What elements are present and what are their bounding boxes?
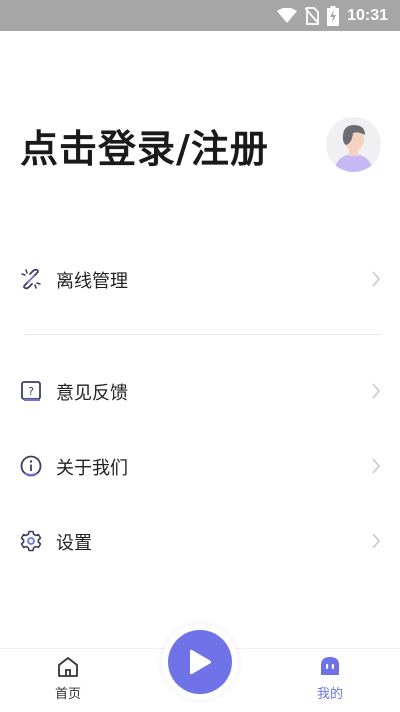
menu-item-offline[interactable]: 离线管理 <box>0 252 400 306</box>
divider <box>25 334 381 335</box>
chevron-right-icon <box>371 383 381 399</box>
tab-home[interactable]: 首页 <box>28 655 108 707</box>
tab-mine[interactable]: 我的 <box>290 655 370 707</box>
chevron-right-icon <box>371 271 381 287</box>
profile-ghost-icon <box>318 655 342 679</box>
home-icon <box>56 655 80 679</box>
battery-charging-icon <box>327 6 340 26</box>
chevron-right-icon <box>371 533 381 549</box>
tab-label: 我的 <box>316 687 343 702</box>
no-sim-icon <box>305 7 320 25</box>
menu-item-label: 关于我们 <box>56 458 128 479</box>
menu-item-label: 设置 <box>56 533 92 554</box>
feedback-icon: ? <box>20 380 42 402</box>
play-button[interactable] <box>168 630 232 694</box>
menu-item-settings[interactable]: 设置 <box>0 514 400 568</box>
login-register-link[interactable]: 点击登录/注册 <box>20 118 269 173</box>
gear-icon <box>20 530 42 552</box>
menu-item-label: 离线管理 <box>56 271 128 292</box>
default-avatar-icon <box>326 117 381 172</box>
status-time: 10:31 <box>347 7 388 24</box>
tab-label: 首页 <box>54 687 81 702</box>
wifi-icon <box>277 8 298 24</box>
avatar[interactable] <box>326 117 381 172</box>
chevron-right-icon <box>371 458 381 474</box>
play-button-ring <box>162 624 238 700</box>
info-icon <box>20 455 42 477</box>
svg-text:?: ? <box>28 385 34 398</box>
menu-item-feedback[interactable]: ? 意见反馈 <box>0 364 400 418</box>
menu-item-about[interactable]: 关于我们 <box>0 439 400 493</box>
offline-link-icon <box>20 268 42 290</box>
status-bar: 10:31 <box>0 0 400 31</box>
menu-item-label: 意见反馈 <box>56 383 128 404</box>
play-icon <box>190 649 211 675</box>
